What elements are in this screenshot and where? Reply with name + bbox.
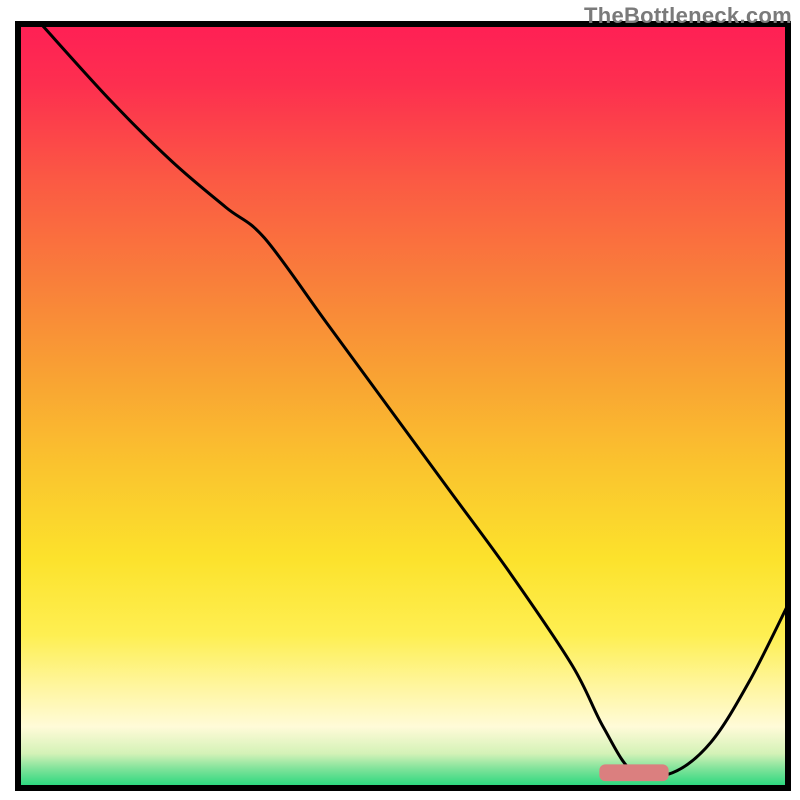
- bottleneck-chart: [0, 0, 800, 800]
- plot-background: [18, 24, 788, 788]
- watermark-label: TheBottleneck.com: [584, 3, 792, 29]
- optimal-marker: [599, 764, 668, 781]
- chart-container: TheBottleneck.com: [0, 0, 800, 800]
